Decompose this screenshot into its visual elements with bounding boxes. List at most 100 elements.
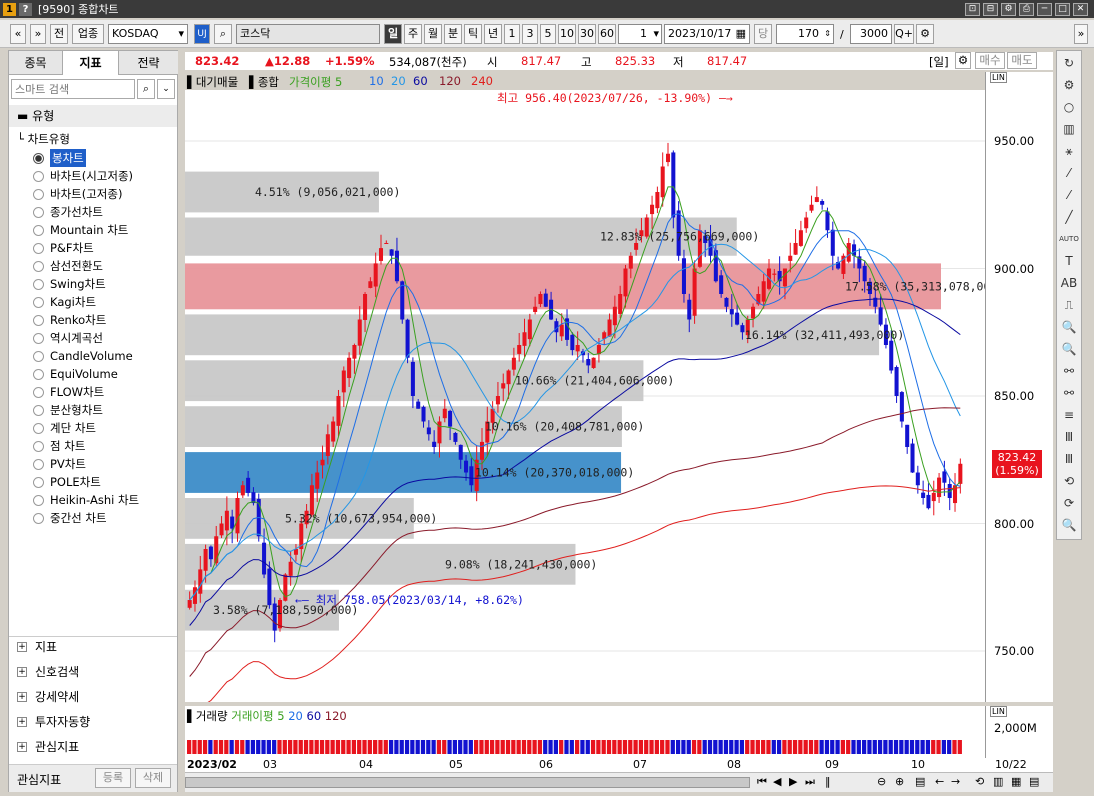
- legend-vol-ma120[interactable]: 120: [325, 709, 347, 723]
- chart-type-item[interactable]: CandleVolume: [33, 347, 133, 365]
- drawing-tool-icon[interactable]: ⟳: [1058, 493, 1080, 513]
- search-icon[interactable]: ⌕: [137, 79, 155, 99]
- arrow-right-icon[interactable]: →: [951, 775, 960, 788]
- search-icon[interactable]: ⌕: [214, 24, 232, 44]
- chart-type-item[interactable]: 역시계곡선: [33, 329, 103, 347]
- radio-icon[interactable]: [33, 332, 44, 344]
- price-chart[interactable]: 4.51% (9,056,021,000) 12.83% (25,756,669,…: [185, 90, 985, 702]
- market-select[interactable]: KOSDAQ ▾: [108, 24, 188, 44]
- count-input[interactable]: 1 ▾: [618, 24, 662, 44]
- print-icon[interactable]: ⎙: [1019, 2, 1034, 16]
- legend-ma120[interactable]: 120: [439, 74, 461, 88]
- period-week-button[interactable]: 주: [404, 24, 422, 44]
- period-month-button[interactable]: 월: [424, 24, 442, 44]
- expand-icon[interactable]: +: [17, 692, 27, 702]
- radio-icon[interactable]: [33, 188, 44, 200]
- legend-composite[interactable]: ▌종합: [249, 74, 279, 90]
- tab-stock[interactable]: 종목: [9, 51, 63, 75]
- radio-icon[interactable]: [33, 512, 44, 524]
- pause-icon[interactable]: ‖: [825, 775, 831, 788]
- register-button[interactable]: 등록: [95, 768, 131, 788]
- section-item[interactable]: + 투자자동향: [17, 712, 90, 732]
- drawing-tool-icon[interactable]: ╱: [1058, 207, 1080, 227]
- minimize-group-icon[interactable]: ⊟: [983, 2, 998, 16]
- zoom-out-icon[interactable]: ⊖: [877, 775, 886, 788]
- chart-settings-icon[interactable]: ⚙: [955, 52, 971, 69]
- drawing-tool-icon[interactable]: ⚹: [1058, 141, 1080, 161]
- period-tick-button[interactable]: 틱: [464, 24, 482, 44]
- radio-icon[interactable]: [33, 278, 44, 290]
- drawing-tool-icon[interactable]: Ⅲ: [1058, 427, 1080, 447]
- count-5-button[interactable]: 5: [540, 24, 556, 44]
- legend-vol-ma20[interactable]: 20: [288, 709, 303, 723]
- radio-icon[interactable]: [33, 260, 44, 272]
- expand-icon[interactable]: +: [17, 642, 27, 652]
- date-input[interactable]: 2023/10/17 ▦: [664, 24, 750, 44]
- tab-indicator[interactable]: 지표: [63, 51, 119, 75]
- buy-button[interactable]: 매수: [975, 52, 1005, 69]
- legend-ma240[interactable]: 240: [471, 74, 493, 88]
- drawing-tool-icon[interactable]: ⚯: [1058, 361, 1080, 381]
- count-60-button[interactable]: 60: [598, 24, 616, 44]
- legend-ma10[interactable]: 10: [369, 74, 384, 88]
- expand-icon[interactable]: +: [17, 667, 27, 677]
- jeon-button[interactable]: 전: [50, 24, 68, 44]
- dang-button[interactable]: 당: [754, 24, 772, 44]
- drawing-tool-icon[interactable]: T: [1058, 251, 1080, 271]
- drawing-tool-icon[interactable]: ⟲: [1058, 471, 1080, 491]
- drawing-tool-icon[interactable]: ⁄: [1058, 163, 1080, 183]
- chart-type-item[interactable]: 분산형차트: [33, 401, 103, 419]
- chart-type-item[interactable]: Swing차트: [33, 275, 106, 293]
- zoom-icon[interactable]: Q+: [894, 24, 914, 44]
- legend-ma20[interactable]: 20: [391, 74, 406, 88]
- radio-icon[interactable]: [33, 206, 44, 218]
- drawing-tool-icon[interactable]: ⚙: [1058, 75, 1080, 95]
- chart-type-item[interactable]: 중간선 차트: [33, 509, 107, 527]
- sell-button[interactable]: 매도: [1007, 52, 1037, 69]
- delete-button[interactable]: 삭제: [135, 768, 171, 788]
- scrollbar-thumb[interactable]: [185, 777, 750, 788]
- legend-vol-ma60[interactable]: 60: [307, 709, 322, 723]
- drawing-tool-icon[interactable]: ↻: [1058, 53, 1080, 73]
- radio-icon[interactable]: [33, 476, 44, 488]
- maximize-icon[interactable]: □: [1055, 2, 1070, 16]
- legend-vol-ma5[interactable]: 거래이평 5: [231, 709, 284, 723]
- drawing-tool-icon[interactable]: ⚯: [1058, 383, 1080, 403]
- scroll-next-icon[interactable]: ▶: [789, 775, 797, 788]
- chart-type-item[interactable]: 바차트(시고저종): [33, 167, 133, 185]
- chart-type-item[interactable]: 봉차트: [33, 149, 86, 167]
- section-item[interactable]: + 강세약세: [17, 687, 79, 707]
- scroll-last-icon[interactable]: ⏭: [805, 775, 815, 789]
- count-30-button[interactable]: 30: [578, 24, 596, 44]
- chart-type-item[interactable]: 계단 차트: [33, 419, 96, 437]
- tab-strategy[interactable]: 전략: [119, 51, 178, 75]
- count-1-button[interactable]: 1: [504, 24, 520, 44]
- radio-icon[interactable]: [33, 350, 44, 362]
- drawing-tool-icon[interactable]: ▥: [1058, 119, 1080, 139]
- period-year-button[interactable]: 년: [484, 24, 502, 44]
- nav-forward-button[interactable]: »: [30, 24, 46, 44]
- chart-type-item[interactable]: 바차트(고저종): [33, 185, 122, 203]
- drawing-tool-icon[interactable]: ○: [1058, 97, 1080, 117]
- chart-type-item[interactable]: PV차트: [33, 455, 86, 473]
- chart-type-item[interactable]: Mountain 차트: [33, 221, 128, 239]
- period-day-button[interactable]: 일: [384, 24, 402, 44]
- chart-type-item[interactable]: Kagi차트: [33, 293, 96, 311]
- chart-type-item[interactable]: Heikin-Ashi 차트: [33, 491, 139, 509]
- code-icon[interactable]: UJ: [194, 24, 210, 44]
- drawing-tool-icon[interactable]: Ⅲ: [1058, 449, 1080, 469]
- close-icon[interactable]: ✕: [1073, 2, 1088, 16]
- radio-icon[interactable]: [33, 404, 44, 416]
- drawing-tool-icon[interactable]: 🔍: [1058, 515, 1080, 535]
- smart-search-input[interactable]: [11, 79, 135, 99]
- group-header[interactable]: ▬ 유형: [9, 105, 177, 127]
- drawing-tool-icon[interactable]: 🔍: [1058, 317, 1080, 337]
- chart-type-item[interactable]: POLE차트: [33, 473, 101, 491]
- legend-ma60[interactable]: 60: [413, 74, 428, 88]
- chart-type-item[interactable]: 점 차트: [33, 437, 85, 455]
- minimize-icon[interactable]: ─: [1037, 2, 1052, 16]
- radio-icon[interactable]: [33, 386, 44, 398]
- chart-type-item[interactable]: P&F차트: [33, 239, 94, 257]
- chart-icon[interactable]: ▥: [993, 775, 1003, 788]
- section-item[interactable]: + 신호검색: [17, 662, 79, 682]
